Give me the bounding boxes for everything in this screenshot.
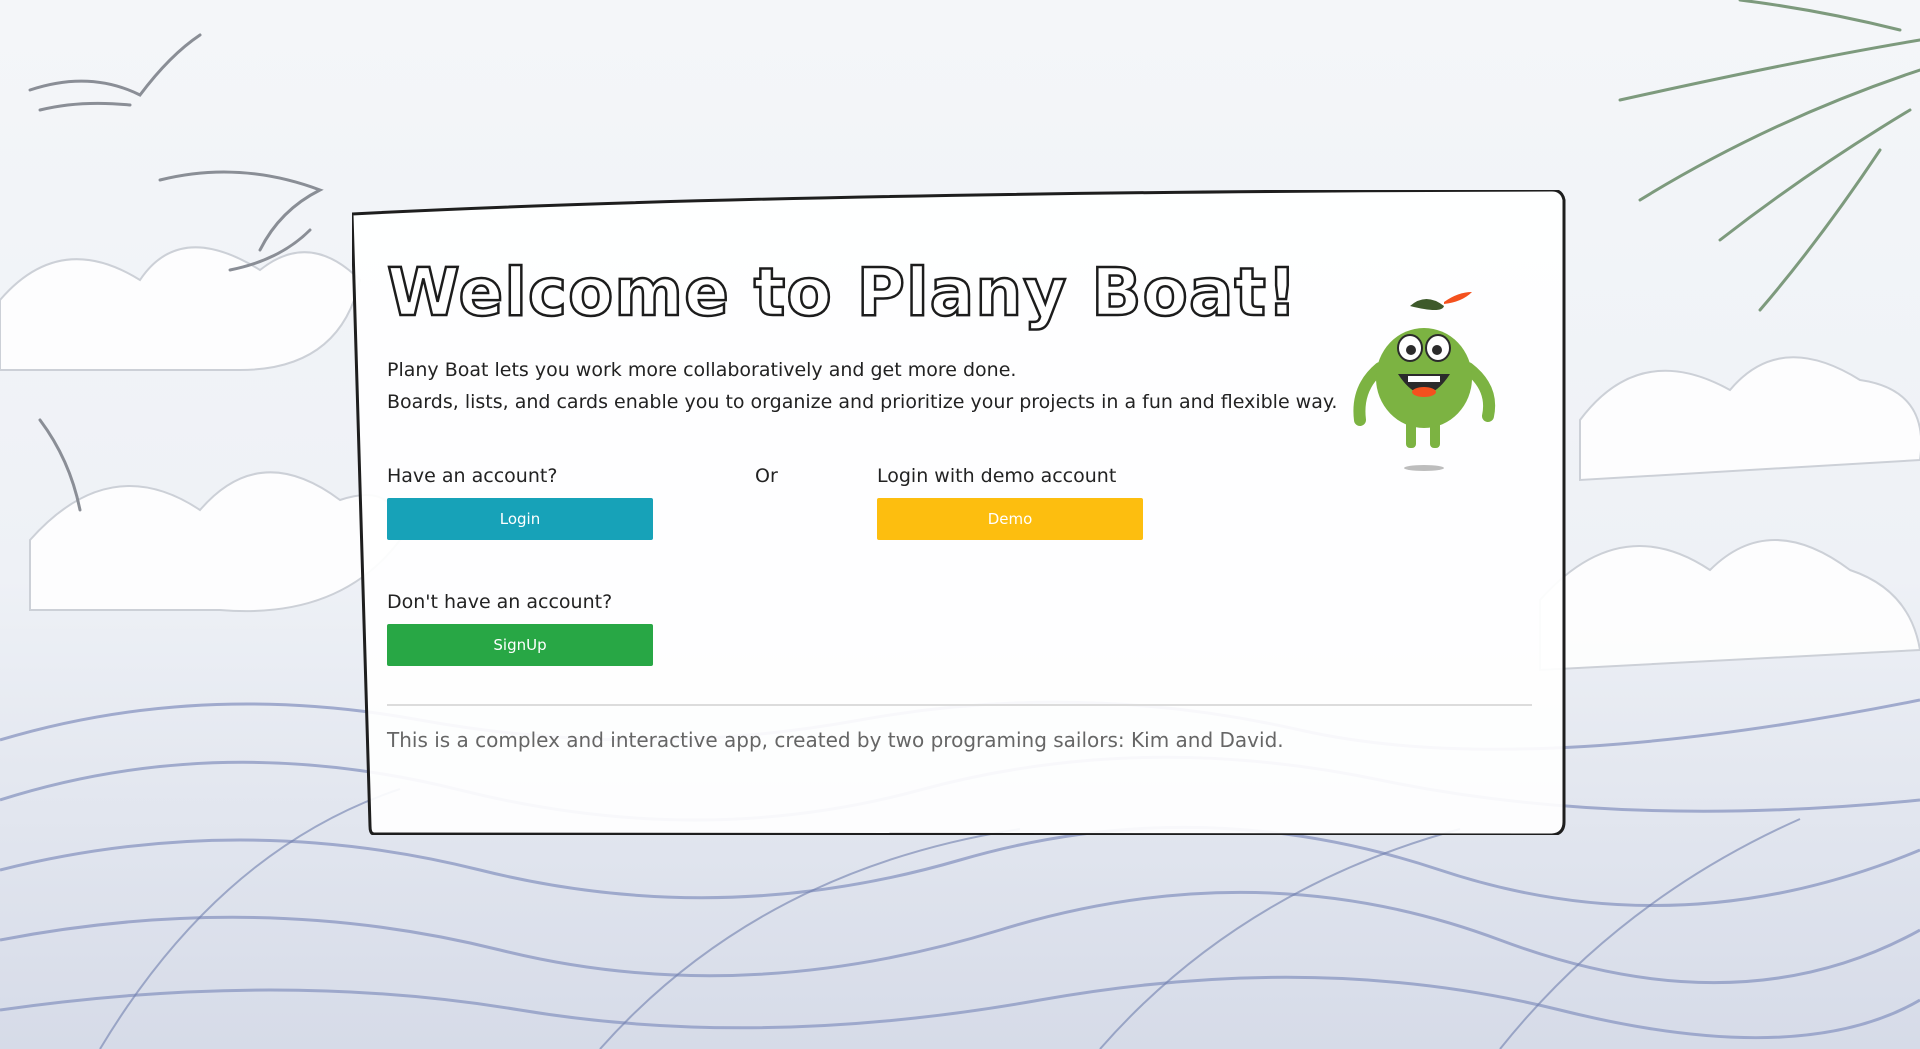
login-block: Have an account? Login	[387, 462, 653, 540]
green-monster-mascot-icon	[1353, 292, 1495, 471]
demo-account-label: Login with demo account	[877, 465, 1117, 487]
or-label: Or	[755, 465, 778, 487]
demo-block: Login with demo account Demo	[877, 462, 1143, 540]
divider	[387, 704, 1532, 706]
signup-block: Don't have an account? SignUp	[387, 588, 653, 666]
auth-row: Have an account? Login Or Login with dem…	[387, 462, 1287, 542]
have-account-label: Have an account?	[387, 465, 558, 487]
footer-note: This is a complex and interactive app, c…	[387, 728, 1284, 752]
no-account-label: Don't have an account?	[387, 591, 613, 613]
demo-button[interactable]: Demo	[877, 498, 1143, 540]
signup-button[interactable]: SignUp	[387, 624, 653, 666]
welcome-card: Welcome to Plany Boat! Plany Boat lets y…	[352, 190, 1566, 835]
login-button[interactable]: Login	[387, 498, 653, 540]
